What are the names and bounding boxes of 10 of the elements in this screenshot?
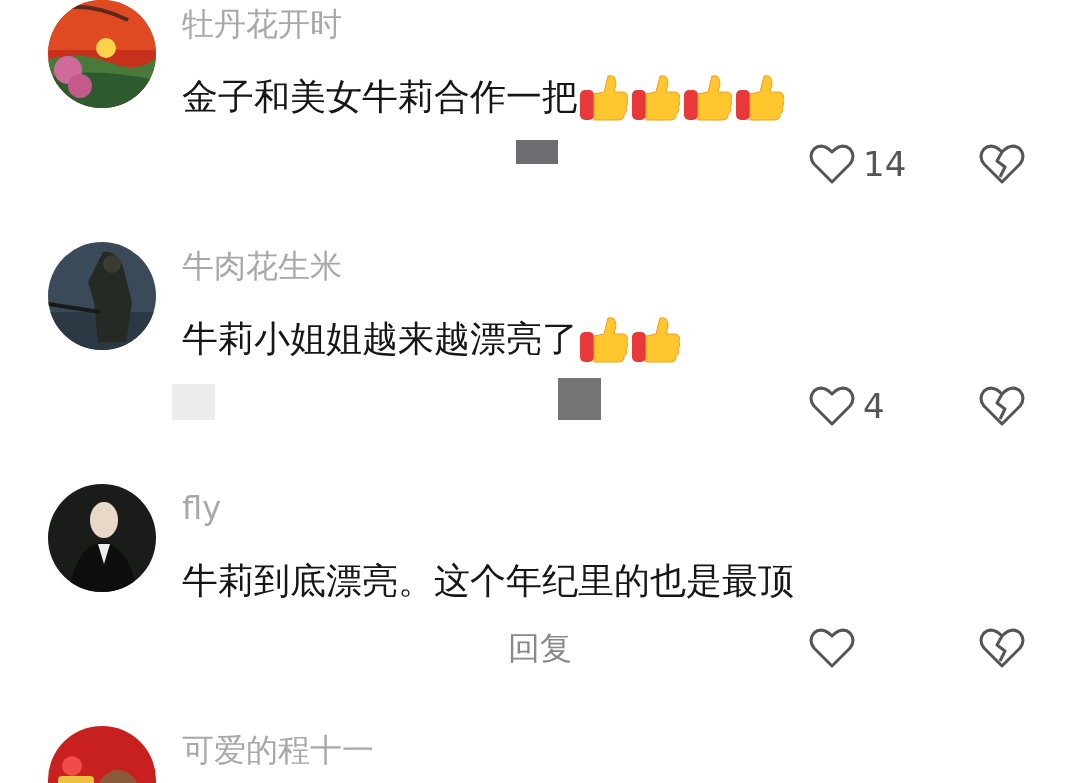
- username[interactable]: 牛肉花生米: [182, 246, 342, 286]
- like-count: 14: [863, 144, 908, 184]
- username[interactable]: 牡丹花开时: [182, 4, 342, 44]
- reply-link[interactable]: 回复: [508, 628, 572, 668]
- username[interactable]: fly: [182, 488, 222, 528]
- comment-text: 牛莉小姐姐越来越漂亮了: [182, 317, 578, 361]
- username[interactable]: 可爱的程十一: [182, 730, 374, 770]
- comment-text: 金子和美女牛莉合作一把: [182, 75, 578, 119]
- comment-text: 牛莉到底漂亮。这个年纪里的也是最顶: [182, 559, 794, 603]
- like-count: 4: [863, 386, 886, 426]
